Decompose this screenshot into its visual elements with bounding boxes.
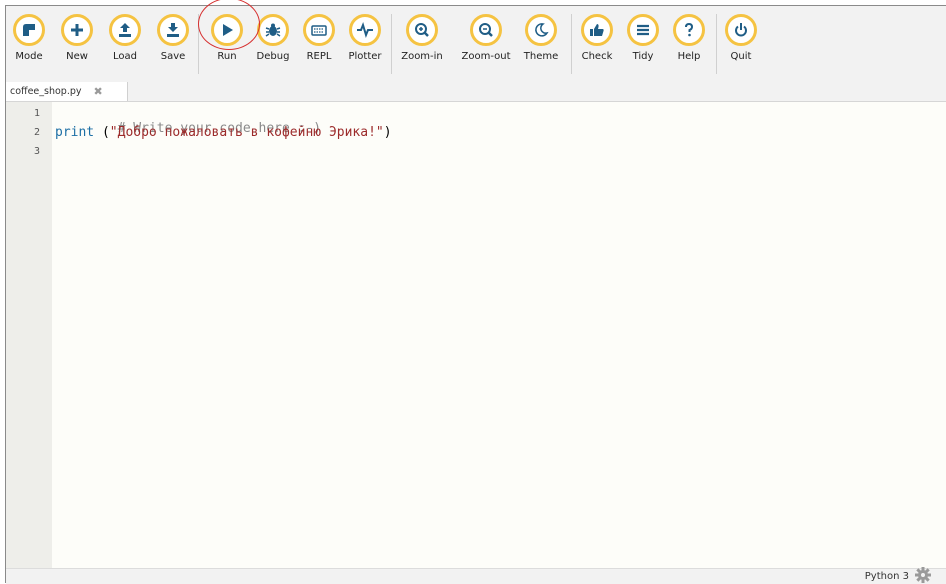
upload-icon bbox=[119, 23, 131, 37]
toolbar-separator bbox=[391, 14, 392, 74]
line-number-gutter: 1 2 3 bbox=[6, 102, 52, 568]
quit-button[interactable]: Quit bbox=[718, 12, 764, 76]
mode-icon bbox=[23, 24, 35, 36]
code-paren-open: ( bbox=[94, 125, 110, 140]
help-button[interactable]: Help bbox=[666, 12, 712, 76]
zoom-out-button[interactable]: Zoom-out bbox=[461, 12, 511, 76]
plus-icon bbox=[71, 24, 83, 36]
save-label: Save bbox=[160, 51, 186, 62]
bug-icon bbox=[265, 23, 281, 37]
theme-label: Theme bbox=[523, 51, 559, 62]
mode-button[interactable]: Mode bbox=[6, 12, 52, 76]
code-editor[interactable]: 1 2 3 # Write your code here :-) print (… bbox=[6, 102, 946, 568]
load-label: Load bbox=[113, 51, 137, 62]
tab-filename: coffee_shop.py bbox=[10, 86, 82, 97]
load-button[interactable]: Load bbox=[102, 12, 148, 76]
repl-button[interactable]: REPL bbox=[296, 12, 342, 76]
editor-window: Mode New Load Save Run Debug REPL Plotte… bbox=[5, 0, 946, 584]
new-label: New bbox=[66, 51, 88, 62]
quit-label: Quit bbox=[730, 51, 752, 62]
line-number: 2 bbox=[33, 127, 40, 138]
code-keyword: print bbox=[55, 125, 95, 140]
toolbar-separator bbox=[716, 14, 717, 74]
debug-button[interactable]: Debug bbox=[250, 12, 296, 76]
check-label: Check bbox=[581, 51, 613, 62]
gear-icon[interactable] bbox=[914, 566, 932, 584]
line-number: 3 bbox=[33, 146, 40, 157]
zoom-in-icon bbox=[415, 23, 429, 37]
status-bar: Python 3 bbox=[6, 566, 946, 584]
run-button[interactable]: Run bbox=[204, 12, 250, 76]
pulse-icon bbox=[357, 21, 373, 39]
run-label: Run bbox=[217, 51, 237, 62]
save-button[interactable]: Save bbox=[150, 12, 196, 76]
plotter-label: Plotter bbox=[348, 51, 382, 62]
lines-icon bbox=[637, 24, 649, 36]
close-tab-icon[interactable]: ✖ bbox=[94, 85, 103, 98]
debug-label: Debug bbox=[256, 51, 290, 62]
code-line-2: print ("Добро пожаловать в кофейню Эрика… bbox=[55, 125, 392, 140]
check-button[interactable]: Check bbox=[574, 12, 620, 76]
zoom-in-label: Zoom-in bbox=[401, 51, 443, 62]
line-number: 1 bbox=[33, 108, 40, 119]
help-label: Help bbox=[677, 51, 701, 62]
tidy-button[interactable]: Tidy bbox=[620, 12, 666, 76]
tidy-label: Tidy bbox=[632, 51, 654, 62]
question-icon bbox=[685, 22, 694, 37]
new-button[interactable]: New bbox=[54, 12, 100, 76]
power-icon bbox=[735, 23, 747, 37]
plotter-button[interactable]: Plotter bbox=[342, 12, 388, 76]
code-string: "Добро пожаловать в кофейню Эрика!" bbox=[109, 125, 384, 140]
repl-label: REPL bbox=[306, 51, 332, 62]
mode-label: Mode bbox=[15, 51, 43, 62]
zoom-in-button[interactable]: Zoom-in bbox=[399, 12, 445, 76]
toolbar-separator bbox=[198, 14, 199, 74]
thumbs-up-icon bbox=[590, 24, 604, 36]
tab-coffee-shop[interactable]: coffee_shop.py ✖ bbox=[6, 82, 128, 101]
zoom-out-label: Zoom-out bbox=[461, 51, 511, 62]
play-icon bbox=[223, 24, 233, 36]
download-icon bbox=[167, 23, 179, 37]
theme-button[interactable]: Theme bbox=[518, 12, 564, 76]
zoom-out-icon bbox=[479, 23, 493, 37]
toolbar: Mode New Load Save Run Debug REPL Plotte… bbox=[6, 0, 946, 82]
keyboard-icon bbox=[311, 25, 327, 36]
toolbar-separator bbox=[571, 14, 572, 74]
mode-indicator[interactable]: Python 3 bbox=[865, 571, 909, 582]
moon-icon bbox=[535, 23, 549, 37]
code-paren-close: ) bbox=[383, 125, 392, 140]
tab-bar: coffee_shop.py ✖ bbox=[6, 82, 946, 102]
